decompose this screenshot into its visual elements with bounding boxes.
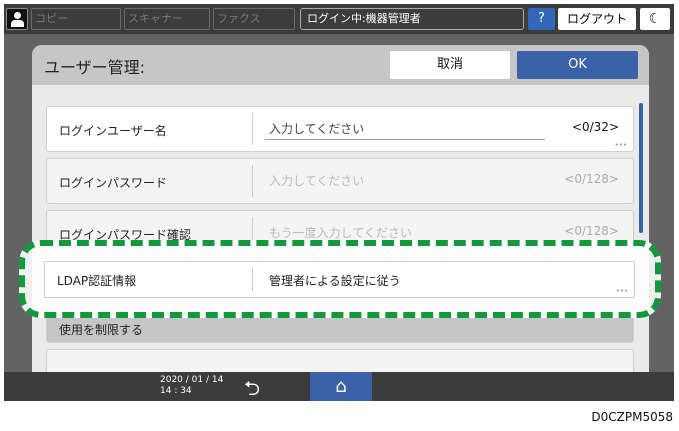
bottom-bar: 2020 / 01 / 14 14 : 34 ⮌ ⌂ xyxy=(4,372,674,401)
more-icon: ••• xyxy=(614,141,627,149)
password-confirm-input[interactable]: もう一度入力してください xyxy=(269,224,412,241)
row-label: ログインパスワード xyxy=(59,176,168,190)
top-bar: コピー スキャナー ファクス ログイン中:機器管理者 ? ログアウト ☾ xyxy=(4,4,674,34)
password-input[interactable]: 入力してください xyxy=(269,172,364,189)
char-count: <0/128> xyxy=(564,172,619,186)
logout-button[interactable]: ログアウト xyxy=(558,8,636,30)
figure-code: D0CZPM5058 xyxy=(591,410,673,424)
divider xyxy=(252,113,253,145)
row-label: ログインユーザー名 xyxy=(59,124,167,138)
ldap-value: 管理者による設定に従う xyxy=(269,274,401,288)
help-button[interactable]: ? xyxy=(528,8,555,30)
login-username-row[interactable]: ログインユーザー名 入力してください <0/32> ••• xyxy=(46,106,634,152)
divider xyxy=(252,268,253,291)
divider xyxy=(252,165,253,197)
datetime: 2020 / 01 / 14 14 : 34 xyxy=(160,375,223,397)
energy-saver-icon[interactable]: ☾ xyxy=(640,8,670,30)
dialog-title: ユーザー管理: xyxy=(44,58,146,77)
char-count: <0/128> xyxy=(564,224,619,238)
input-underline xyxy=(265,139,545,140)
tab-scanner[interactable]: スキャナー xyxy=(124,8,210,30)
ok-button[interactable]: OK xyxy=(517,51,638,79)
cancel-button[interactable]: 取消 xyxy=(390,51,510,79)
section-label: 使用を制限する xyxy=(59,323,144,337)
date: 2020 / 01 / 14 xyxy=(160,375,224,385)
back-icon[interactable]: ⮌ xyxy=(244,374,260,401)
time: 14 : 34 xyxy=(160,386,192,396)
char-count: <0/32> xyxy=(571,120,619,134)
tab-fax[interactable]: ファクス xyxy=(213,8,295,30)
tab-copy[interactable]: コピー xyxy=(31,8,121,30)
username-input[interactable]: 入力してください xyxy=(269,120,364,137)
scrollbar[interactable] xyxy=(639,103,643,233)
user-management-dialog: ユーザー管理: 取消 OK ログインユーザー名 入力してください <0/32> … xyxy=(32,45,649,401)
login-status[interactable]: ログイン中:機器管理者 xyxy=(300,8,524,30)
row-label: LDAP認証情報 xyxy=(57,274,137,288)
screen: コピー スキャナー ファクス ログイン中:機器管理者 ? ログアウト ☾ ユーザ… xyxy=(4,4,674,401)
dialog-header: ユーザー管理: 取消 OK xyxy=(32,45,649,85)
home-icon[interactable]: ⌂ xyxy=(310,372,372,401)
ldap-auth-row[interactable]: LDAP認証情報 管理者による設定に従う ••• xyxy=(44,261,635,298)
login-password-row[interactable]: ログインパスワード 入力してください <0/128> xyxy=(46,158,634,204)
user-icon[interactable] xyxy=(6,8,28,30)
more-icon: ••• xyxy=(615,287,628,295)
